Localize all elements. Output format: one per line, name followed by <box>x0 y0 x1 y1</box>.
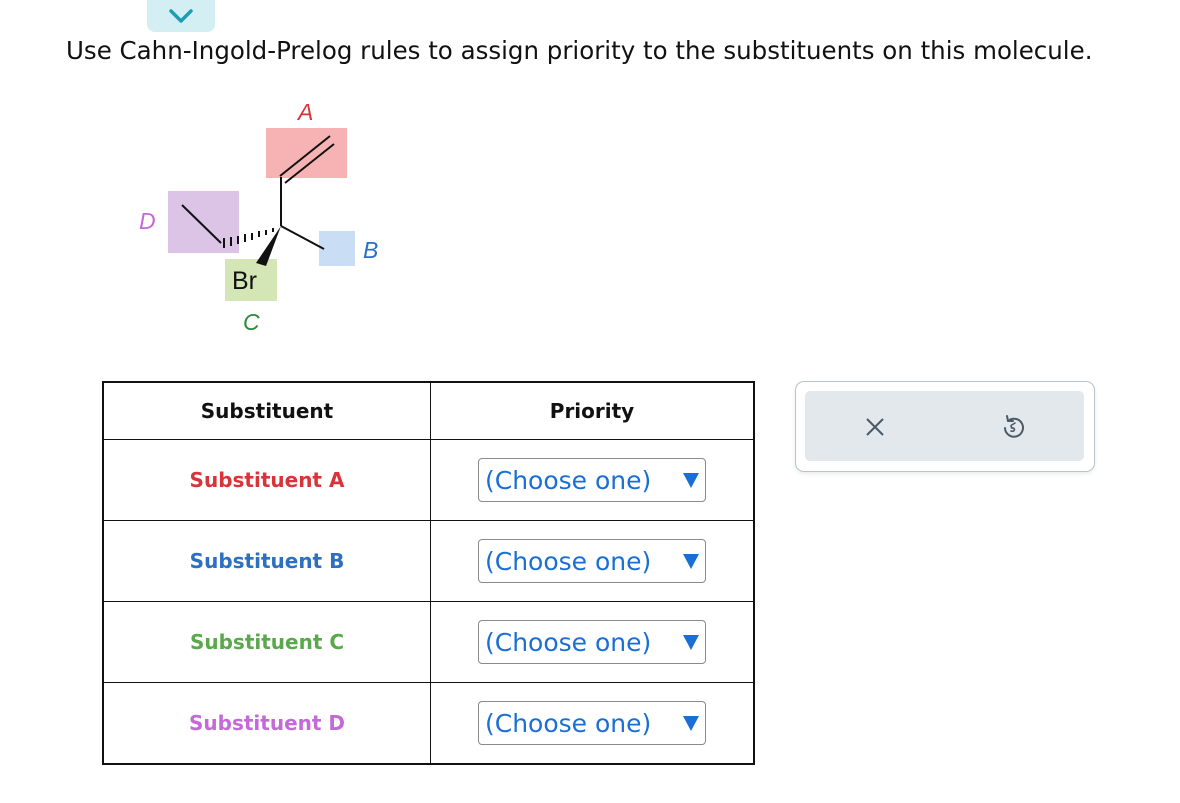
dropdown-arrow-icon <box>683 715 699 731</box>
priority-cell: (Choose one) <box>430 439 755 521</box>
dropdown-arrow-icon <box>683 634 699 650</box>
molecule-diagram: A B C D Br <box>139 99 378 335</box>
header-priority: Priority <box>430 381 755 440</box>
table-header-row: Substituent Priority <box>102 381 755 440</box>
priority-select-c-value: (Choose one) <box>485 627 652 657</box>
close-icon <box>866 418 884 436</box>
substituent-a-label: Substituent A <box>189 468 345 492</box>
substituent-cell: Substituent D <box>102 682 431 765</box>
question-instructions: Use Cahn-Ingold-Prelog rules to assign p… <box>66 36 1093 65</box>
substituent-b-highlight <box>319 231 355 266</box>
toolbar-button-group <box>805 391 1084 461</box>
dropdown-arrow-icon <box>683 553 699 569</box>
priority-select-a-value: (Choose one) <box>485 465 652 495</box>
priority-select-b[interactable]: (Choose one) <box>478 539 706 583</box>
table-row: Substituent C (Choose one) <box>102 601 755 683</box>
table-row: Substituent D (Choose one) <box>102 682 755 765</box>
substituent-cell: Substituent C <box>102 601 431 683</box>
header-substituent: Substituent <box>102 381 431 440</box>
table-row: Substituent A (Choose one) <box>102 439 755 521</box>
bond-to-methyl-b <box>280 225 325 250</box>
bromine-atom: Br <box>232 267 257 295</box>
substituent-d-highlight <box>168 191 239 253</box>
undo-button[interactable] <box>995 409 1031 445</box>
priority-select-d[interactable]: (Choose one) <box>478 701 706 745</box>
dropdown-arrow-icon <box>683 472 699 488</box>
chevron-down-icon <box>169 9 193 23</box>
label-c: C <box>243 309 260 335</box>
answer-toolbar <box>795 381 1095 472</box>
undo-icon <box>1004 415 1024 438</box>
substituent-d-label: Substituent D <box>188 711 345 735</box>
label-d: D <box>139 208 156 234</box>
priority-cell: (Choose one) <box>430 601 755 683</box>
label-b: B <box>363 237 378 263</box>
priority-select-a[interactable]: (Choose one) <box>478 458 706 502</box>
substituent-c-label: Substituent C <box>189 630 345 654</box>
substituent-b-label: Substituent B <box>189 549 345 573</box>
table-row: Substituent B (Choose one) <box>102 520 755 602</box>
priority-cell: (Choose one) <box>430 682 755 765</box>
collapse-toggle-button[interactable] <box>147 0 215 32</box>
priority-select-d-value: (Choose one) <box>485 708 652 738</box>
priority-select-b-value: (Choose one) <box>485 546 652 576</box>
priority-select-c[interactable]: (Choose one) <box>478 620 706 664</box>
clear-button[interactable] <box>857 409 893 445</box>
priority-table: Substituent Priority Substituent A (Choo… <box>102 381 755 765</box>
label-a: A <box>296 99 313 125</box>
substituent-cell: Substituent A <box>102 439 431 521</box>
priority-cell: (Choose one) <box>430 520 755 602</box>
substituent-cell: Substituent B <box>102 520 431 602</box>
substituent-a-highlight <box>266 128 347 178</box>
